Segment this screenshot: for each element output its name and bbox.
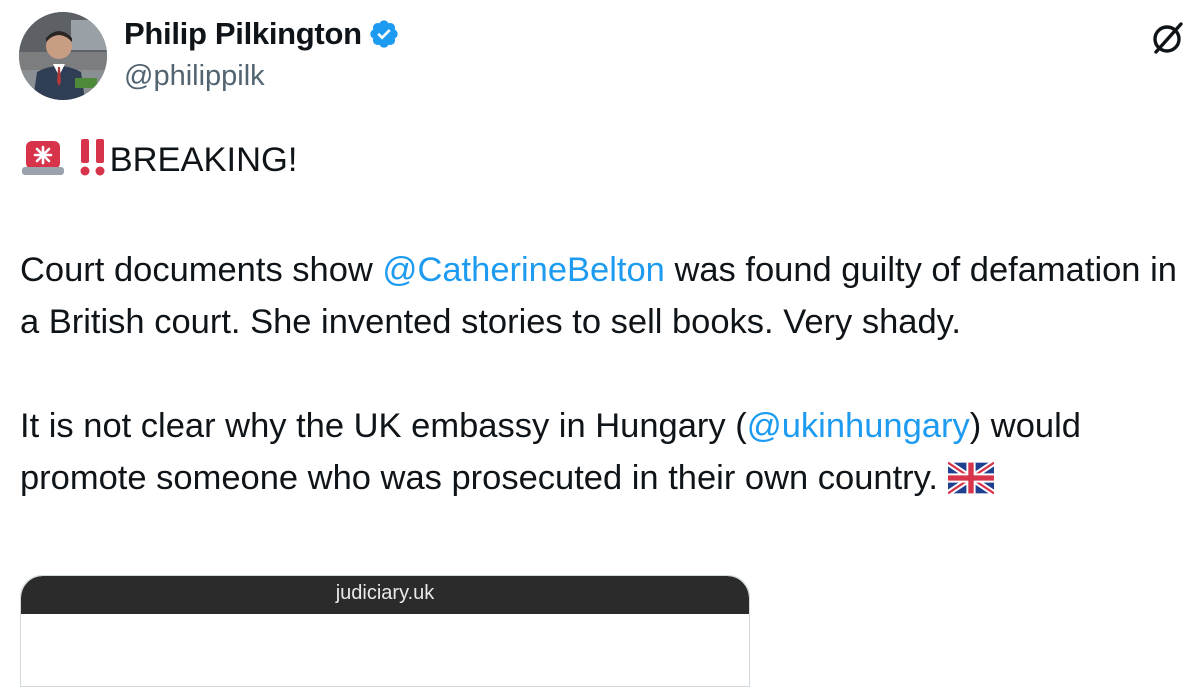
tweet-paragraph-1: Court documents show @CatherineBelton wa… xyxy=(20,244,1192,348)
tweet-text: BREAKING! Court documents show @Catherin… xyxy=(20,134,1192,510)
paragraph-2-text-a: It is not clear why the UK embassy in Hu… xyxy=(20,407,747,445)
double-exclamation-emoji xyxy=(76,137,110,192)
avatar[interactable] xyxy=(19,12,107,100)
author-display-name[interactable]: Philip Pilkington xyxy=(124,16,362,52)
breaking-label: BREAKING! xyxy=(109,141,298,179)
mention-ukinhungary[interactable]: @ukinhungary xyxy=(747,407,970,445)
url-label: judiciary.uk xyxy=(335,582,435,604)
tweet-line-breaking: BREAKING! xyxy=(20,134,1192,192)
media-card[interactable]: judiciary.uk xyxy=(20,575,750,687)
tweet: Philip Pilkington @philippilk BREAKING! … xyxy=(0,0,1200,687)
author-handle[interactable]: @philippilk xyxy=(124,60,265,93)
paragraph-1-text-a: Court documents show xyxy=(20,251,383,289)
tweet-paragraph-2: It is not clear why the UK embassy in Hu… xyxy=(20,400,1192,510)
mention-catherinebelton[interactable]: @CatherineBelton xyxy=(382,251,664,289)
verified-badge-icon[interactable] xyxy=(368,18,400,50)
rotating-light-emoji xyxy=(20,137,66,192)
author-name-row: Philip Pilkington xyxy=(124,14,400,54)
uk-flag-emoji xyxy=(945,458,996,510)
grok-icon[interactable] xyxy=(1148,18,1188,58)
browser-url-bar: judiciary.uk xyxy=(21,576,749,614)
profile-photo xyxy=(19,12,107,100)
